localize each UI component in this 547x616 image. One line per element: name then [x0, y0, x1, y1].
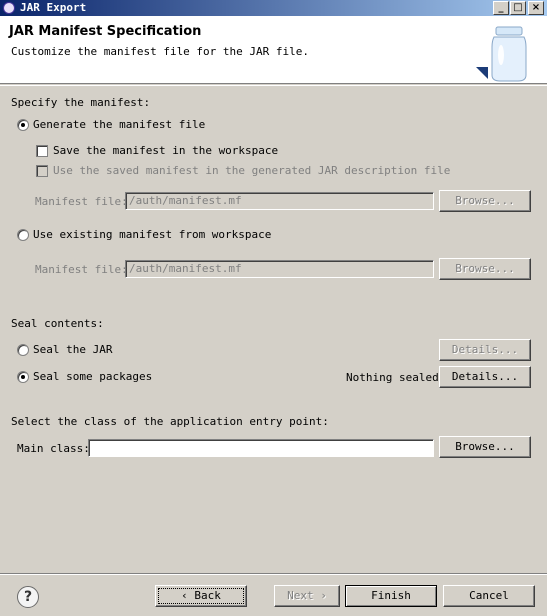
browse-main-class-button[interactable]: Browse... — [439, 436, 531, 458]
manifest-section-label: Specify the manifest: — [11, 96, 151, 109]
next-label: Next — [287, 589, 314, 602]
save-manifest-checkbox[interactable] — [36, 145, 48, 157]
main-class-input[interactable] — [88, 439, 434, 457]
window-title: JAR Export — [20, 1, 87, 14]
back-label: Back — [194, 589, 221, 602]
page-description: Customize the manifest file for the JAR … — [11, 45, 310, 58]
manifest-file-label-2: Manifest file: — [35, 263, 128, 276]
existing-manifest-label[interactable]: Use existing manifest from workspace — [33, 228, 271, 241]
banner-divider — [0, 85, 547, 86]
minimize-button[interactable]: _ — [493, 1, 509, 15]
seal-packages-radio[interactable] — [17, 371, 29, 383]
maximize-button[interactable]: □ — [510, 1, 526, 15]
chevron-right-icon: › — [313, 589, 327, 602]
seal-status-text: Nothing sealed — [346, 371, 439, 384]
seal-jar-details-button[interactable]: Details... — [439, 339, 531, 361]
eclipse-app-icon — [3, 2, 15, 14]
window-title-bar[interactable]: JAR Export _ □ × — [0, 0, 547, 16]
use-saved-manifest-label: Use the saved manifest in the generated … — [53, 164, 451, 177]
cancel-button[interactable]: Cancel — [443, 585, 535, 607]
browse-manifest-button-1[interactable]: Browse... — [439, 190, 531, 212]
finish-button[interactable]: Finish — [345, 585, 437, 607]
seal-packages-label[interactable]: Seal some packages — [33, 370, 152, 383]
seal-packages-details-button[interactable]: Details... — [439, 366, 531, 388]
back-button[interactable]: ‹ Back — [155, 585, 247, 607]
existing-manifest-radio[interactable] — [17, 229, 29, 241]
save-manifest-label[interactable]: Save the manifest in the workspace — [53, 144, 278, 157]
manifest-file-field-1[interactable]: /auth/manifest.mf — [125, 192, 434, 210]
seal-section-label: Seal contents: — [11, 317, 104, 330]
generate-manifest-label[interactable]: Generate the manifest file — [33, 118, 205, 131]
manifest-file-label-1: Manifest file: — [35, 195, 128, 208]
seal-jar-label[interactable]: Seal the JAR — [33, 343, 112, 356]
main-class-label: Main class: — [17, 442, 90, 455]
close-button[interactable]: × — [528, 1, 544, 15]
jar-icon — [476, 26, 527, 82]
manifest-file-field-2[interactable]: /auth/manifest.mf — [125, 260, 434, 278]
use-saved-manifest-checkbox[interactable] — [36, 165, 48, 177]
wizard-banner: JAR Manifest Specification Customize the… — [0, 16, 547, 84]
entry-section-label: Select the class of the application entr… — [11, 415, 329, 428]
seal-jar-radio[interactable] — [17, 344, 29, 356]
browse-manifest-button-2[interactable]: Browse... — [439, 258, 531, 280]
generate-manifest-radio[interactable] — [17, 119, 29, 131]
chevron-left-icon: ‹ — [181, 589, 195, 602]
footer-divider — [0, 573, 547, 575]
help-icon[interactable]: ? — [17, 586, 39, 608]
page-title: JAR Manifest Specification — [9, 24, 202, 39]
next-button[interactable]: Next › — [274, 585, 340, 607]
